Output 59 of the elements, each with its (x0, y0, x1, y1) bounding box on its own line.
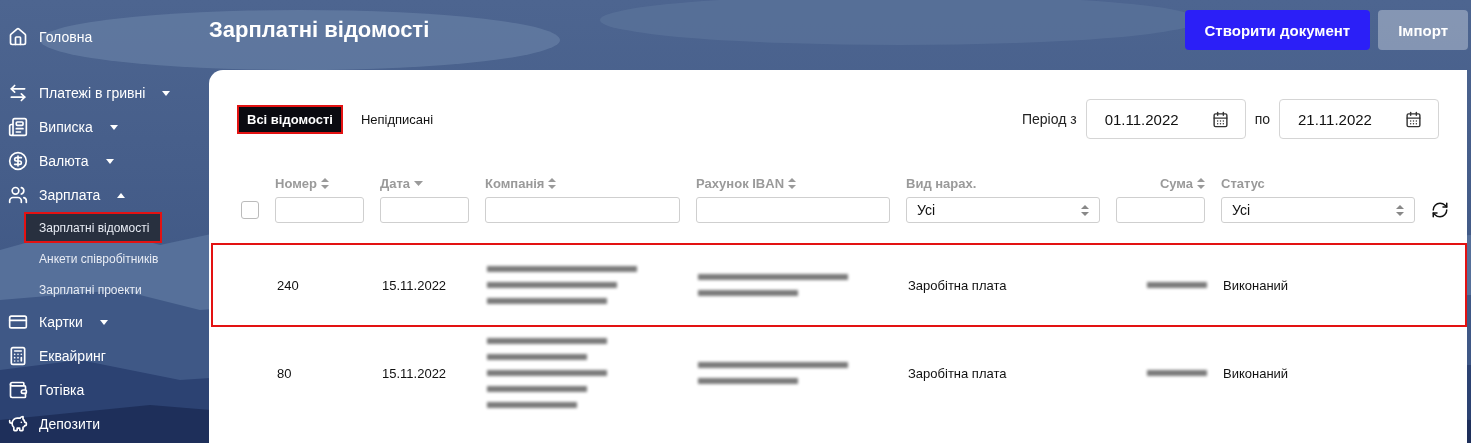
filter-field[interactable] (380, 197, 469, 223)
table-cell-text: 240 (277, 277, 300, 293)
filter-field[interactable] (275, 197, 364, 223)
filter-field[interactable] (485, 197, 680, 223)
sort-icon[interactable] (788, 178, 797, 189)
users-icon (8, 185, 28, 205)
period-label: по (1254, 111, 1270, 127)
calendar-icon (1211, 110, 1229, 128)
calendar-icon (1405, 110, 1422, 128)
sidebar-subitem[interactable]: Анкети співробітників (24, 243, 162, 274)
filter-select[interactable]: Усі (906, 197, 1100, 223)
card-icon (8, 312, 28, 332)
filter-select[interactable]: Усі (1221, 197, 1415, 223)
table-row[interactable]: 80 15.11.2022 Заробітна плата Виконаний (211, 331, 1467, 415)
sidebar-item[interactable]: Валюта (0, 144, 209, 178)
blurred-text (1147, 282, 1207, 288)
piggy-bank-icon (8, 414, 28, 434)
sort-icon[interactable] (414, 181, 424, 186)
period-label: Період з (1021, 111, 1077, 127)
sidebar-subitem[interactable]: Зарплатні відомості (24, 212, 162, 243)
sidebar-item[interactable]: Картки (0, 305, 209, 339)
table-cell-text: 15.11.2022 (382, 277, 448, 293)
sort-icon[interactable] (548, 178, 557, 189)
select-all-checkbox[interactable] (241, 201, 259, 219)
dollar-icon (8, 151, 28, 171)
sort-icon (1396, 204, 1404, 216)
home-icon (8, 27, 28, 47)
sidebar-item[interactable]: Еквайринг (0, 339, 209, 373)
sort-icon[interactable] (320, 178, 329, 189)
filter-field[interactable] (1116, 197, 1205, 223)
wallet-icon (8, 380, 28, 400)
arrows-icon (8, 83, 28, 103)
sort-icon[interactable] (1197, 178, 1205, 189)
filter-field[interactable] (696, 197, 890, 223)
table-row[interactable]: 240 15.11.2022 Заробітна плата Виконаний (211, 243, 1467, 327)
refresh-icon[interactable] (1431, 201, 1449, 219)
table-cell-text: 15.11.2022 (382, 365, 448, 381)
create-button[interactable]: Створити документ (1184, 10, 1371, 50)
sidebar-item[interactable]: Готівка (0, 373, 209, 407)
sidebar-item[interactable]: Зарплата (0, 178, 209, 212)
sidebar-item[interactable]: Депозити (0, 407, 209, 441)
sidebar-item[interactable]: Головна (0, 20, 209, 54)
table-cell-text: Виконаний (1223, 365, 1290, 381)
date-field[interactable]: 21.11.2022 (1279, 99, 1439, 139)
tab[interactable]: Всі відомості (237, 104, 343, 134)
table-cell-text: Заробітна плата (908, 277, 1008, 293)
table-cell-text: Заробітна плата (908, 365, 1008, 381)
date-field[interactable]: 01.11.2022 (1085, 99, 1246, 139)
newspaper-icon (8, 117, 28, 137)
tab[interactable]: Непідписані (350, 104, 444, 134)
sidebar-subitem[interactable]: Зарплатні проекти (24, 274, 162, 305)
sort-icon (1081, 204, 1089, 216)
sidebar-item[interactable]: Виписка (0, 110, 209, 144)
table-cell-text: Виконаний (1223, 277, 1290, 293)
table-cell-text: 80 (277, 365, 293, 381)
sidebar-item[interactable]: Платежі в гривні (0, 76, 209, 110)
blurred-text (1147, 370, 1207, 376)
page-title: Зарплатні відомості (209, 17, 430, 43)
calculator-icon (8, 346, 28, 366)
